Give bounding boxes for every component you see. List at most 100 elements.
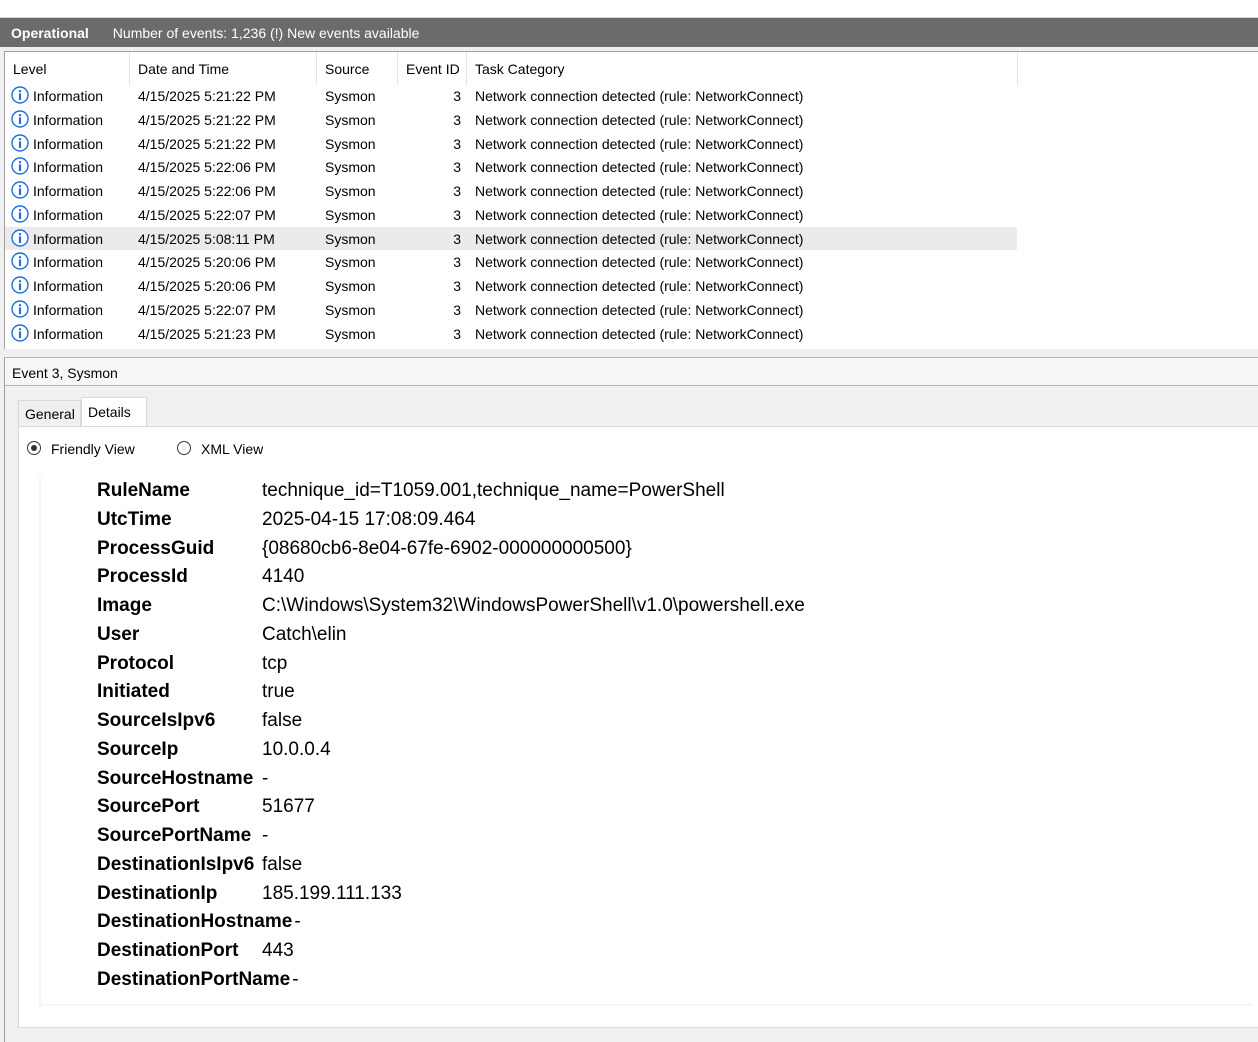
event-datetime: 4/15/2025 5:21:22 PM — [138, 88, 276, 104]
event-field-name: Initiated — [97, 681, 170, 703]
event-field-name: DestinationIp — [97, 882, 218, 904]
event-level: Information — [33, 301, 104, 318]
sort-indicator-icon: ˆ — [427, 51, 430, 59]
information-icon — [11, 205, 29, 223]
event-field-value: tcp — [262, 652, 288, 674]
event-row[interactable]: Information 4/15/2025 5:22:06 PM Sysmon 3 Ne… — [5, 179, 1258, 203]
event-row[interactable]: Information 4/15/2025 5:21:22 PM Sysmon 3 Ne… — [5, 108, 1258, 132]
event-task-category: Network connection detected (rule: Netwo… — [475, 206, 804, 223]
event-level: Information — [33, 183, 104, 199]
event-id: 3 — [453, 88, 461, 104]
column-header-row: Level Date and Time Source Event ID Task… — [5, 52, 1258, 85]
event-row[interactable]: Information 4/15/2025 5:21:23 PM Sysmon 3 Ne… — [5, 322, 1258, 346]
event-count: Number of events: 1,236 (!) New events a… — [112, 24, 420, 41]
column-header-source[interactable]: Source — [317, 52, 398, 85]
event-source: Sysmon — [325, 88, 376, 104]
event-source: Sysmon — [325, 159, 376, 176]
event-datetime: 4/15/2025 5:08:11 PM — [138, 230, 275, 247]
column-header-task-category[interactable]: Task Category — [467, 52, 1018, 85]
event-field-name: SourcePort — [97, 796, 200, 818]
event-task-category: Network connection detected (rule: Netwo… — [475, 88, 804, 104]
event-row[interactable]: Information 4/15/2025 5:22:07 PM Sysmon 3 Ne… — [5, 298, 1258, 322]
event-detail-pane: Event 3, Sysmon General Details Friendly… — [4, 357, 1258, 1042]
details-tab-page: Friendly View XML View RuleName technique… — [18, 426, 1258, 1028]
information-icon — [11, 323, 29, 342]
event-field-value: 443 — [262, 940, 294, 961]
event-datetime: 4/15/2025 5:22:06 PM — [138, 159, 276, 176]
event-datetime: 4/15/2025 5:21:22 PM — [138, 135, 276, 152]
event-source: Sysmon — [325, 206, 376, 223]
xml-view-label: XML View — [201, 441, 264, 457]
log-name: Operational — [11, 24, 89, 41]
event-field-name: DestinationPort — [97, 940, 239, 961]
tab-general[interactable]: General — [18, 400, 81, 426]
radio-selected-icon — [27, 441, 41, 455]
event-task-category: Network connection detected (rule: Netwo… — [475, 135, 804, 152]
event-row[interactable]: Information 4/15/2025 5:22:07 PM Sysmon 3 Ne… — [5, 203, 1258, 227]
event-datetime: 4/15/2025 5:20:06 PM — [138, 254, 276, 271]
event-level: Information — [33, 88, 104, 104]
information-icon — [11, 86, 29, 104]
event-field-value: 51677 — [262, 796, 315, 818]
event-level: Information — [33, 325, 104, 342]
event-list[interactable]: Level Date and Time Source Event ID Task… — [4, 51, 1258, 350]
event-field-name: SourceIsIpv6 — [97, 710, 216, 731]
event-id: 3 — [453, 111, 461, 128]
event-field-value: - — [262, 767, 269, 789]
event-row[interactable]: Information 4/15/2025 5:22:06 PM Sysmon 3 Ne… — [5, 155, 1258, 179]
event-field-value: - — [294, 911, 301, 933]
event-task-category: Network connection detected (rule: Netwo… — [475, 301, 804, 318]
information-icon — [11, 133, 29, 152]
event-datetime: 4/15/2025 5:21:23 PM — [138, 325, 276, 342]
column-header-level[interactable]: Level — [5, 52, 130, 85]
event-id: 3 — [453, 159, 461, 176]
event-field-value: false — [262, 710, 303, 731]
event-row[interactable]: Information 4/15/2025 5:21:22 PM Sysmon 3 Ne… — [5, 132, 1258, 156]
information-icon — [11, 276, 29, 294]
xml-view-radio[interactable]: XML View — [177, 439, 297, 459]
event-field-name: SourceIp — [97, 738, 179, 760]
event-datetime: 4/15/2025 5:21:22 PM — [138, 111, 276, 128]
pane-splitter[interactable] — [0, 349, 1258, 357]
event-field-value: {08680cb6-8e04-67fe-6902-000000000500} — [262, 537, 632, 559]
event-id: 3 — [453, 183, 461, 199]
event-task-category: Network connection detected (rule: Netwo… — [475, 111, 804, 128]
event-datetime: 4/15/2025 5:22:07 PM — [138, 206, 276, 223]
event-field-value: - — [262, 825, 269, 846]
information-icon — [11, 181, 29, 199]
event-field-name: DestinationHostname — [97, 911, 293, 933]
column-header-datetime[interactable]: Date and Time — [130, 52, 317, 85]
event-source: Sysmon — [325, 135, 376, 152]
event-row[interactable]: Information 4/15/2025 5:20:06 PM Sysmon 3 Ne… — [5, 274, 1258, 298]
event-field-value: - — [292, 968, 299, 990]
information-icon — [11, 252, 29, 270]
event-field-name: DestinationIsIpv6 — [97, 853, 255, 875]
event-field-value: false — [262, 853, 303, 875]
event-field-name: DestinationPortName — [97, 968, 291, 990]
event-level: Information — [33, 206, 104, 223]
event-id: 3 — [453, 278, 461, 294]
event-level: Information — [33, 111, 104, 128]
event-row[interactable]: Information 4/15/2025 5:21:22 PM Sysmon 3 Ne… — [5, 84, 1258, 108]
event-level: Information — [33, 135, 104, 152]
log-header-bar: Operational Number of events: 1,236 (!) … — [0, 18, 1258, 47]
event-data-area[interactable]: RuleName technique_id=T1059.001,technique… — [39, 477, 1252, 1006]
event-field-value: C:\Windows\System32\WindowsPowerShell\v1… — [262, 595, 805, 616]
event-row[interactable]: Information 4/15/2025 5:20:06 PM Sysmon 3 Ne… — [5, 250, 1258, 274]
column-header-event-id[interactable]: Event ID — [398, 52, 467, 85]
event-rows: Information 4/15/2025 5:21:22 PM Sysmon 3 Ne… — [5, 84, 1258, 345]
event-level: Information — [33, 159, 104, 176]
event-row[interactable]: Information 4/15/2025 5:08:11 PM Sysmon 3 Ne… — [5, 226, 1258, 251]
event-source: Sysmon — [325, 301, 376, 318]
event-field-value: 2025-04-15 17:08:09.464 — [262, 508, 476, 530]
detail-title: Event 3, Sysmon — [5, 358, 1258, 386]
event-field-value: 10.0.0.4 — [262, 738, 331, 760]
event-source: Sysmon — [325, 111, 376, 128]
event-field-name: RuleName — [97, 480, 190, 501]
friendly-view-radio[interactable]: Friendly View — [27, 439, 167, 459]
event-field-name: SourceHostname — [97, 767, 254, 789]
event-id: 3 — [453, 325, 461, 342]
tab-details[interactable]: Details — [81, 397, 147, 426]
radio-unselected-icon — [177, 441, 191, 455]
event-task-category: Network connection detected (rule: Netwo… — [475, 325, 804, 342]
